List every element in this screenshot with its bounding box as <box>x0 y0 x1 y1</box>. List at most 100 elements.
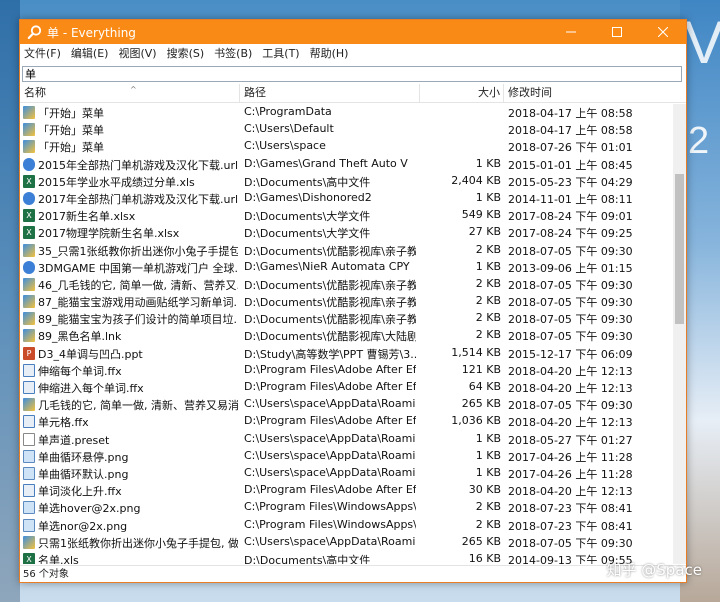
file-row[interactable]: 只需1张纸教你折出迷你小兔子手提包, 做... C:\Users\space\Ap… <box>20 534 673 551</box>
ffx-file-icon <box>23 363 36 377</box>
file-size: 265 KB <box>461 397 501 411</box>
excel-icon: X <box>23 226 36 240</box>
column-divider[interactable] <box>503 84 504 102</box>
minimize-button[interactable] <box>548 20 594 44</box>
file-name: 单曲循环默认.png <box>38 467 129 481</box>
object-count: 56 个对象 <box>23 569 69 580</box>
file-name: 2015年学业水平成绩过分单.xls <box>38 175 195 189</box>
menu-view[interactable]: 视图(V) <box>118 45 156 61</box>
file-size: 2 KB <box>475 276 501 290</box>
file-modified-date: 2018-07-23 下午 08:41 <box>508 502 633 516</box>
menu-bookmarks[interactable]: 书签(B) <box>214 45 252 61</box>
file-path: D:\Documents\优酷影视库\亲子教育 <box>244 244 416 258</box>
file-size: 2 KB <box>475 294 501 308</box>
image-file-icon <box>23 518 36 532</box>
file-row[interactable]: X 2015年学业水平成绩过分单.xls D:\Documents\高中文件 2,40… <box>20 173 673 190</box>
file-row[interactable]: P D3_4单调与凹凸.ppt D:\Study\高等数学\PPT 曹锡芳\3...… <box>20 345 673 362</box>
file-path: C:\Program Files\WindowsApps\... <box>244 500 416 514</box>
file-modified-date: 2017-04-26 上午 11:28 <box>508 467 633 481</box>
file-row[interactable]: 单选hover@2x.png C:\Program Files\WindowsAp… <box>20 499 673 516</box>
file-modified-date: 2018-07-05 下午 09:30 <box>508 244 633 258</box>
file-row[interactable]: 89_黑色名单.lnk D:\Documents\优酷影视库\大陆剧场 2 KB 20… <box>20 327 673 344</box>
file-modified-date: 2018-04-20 上午 12:13 <box>508 485 633 499</box>
file-modified-date: 2018-07-05 下午 09:30 <box>508 399 633 413</box>
maximize-button[interactable] <box>594 20 640 44</box>
everything-window: 单 - Everything 文件(F) 编辑(E) 视图(V) 搜索(S) 书… <box>19 19 687 583</box>
vertical-scrollbar[interactable] <box>673 104 686 564</box>
file-row[interactable]: 几毛钱的它, 简单一做, 清新、营养又易消... C:\Users\space\A… <box>20 396 673 413</box>
file-row[interactable]: X 2017新生名单.xlsx D:\Documents\大学文件 549 KB 201… <box>20 207 673 224</box>
file-row[interactable]: 单声道.preset C:\Users\space\AppData\Roamin.… <box>20 431 673 448</box>
excel-icon: X <box>23 209 36 223</box>
title-bar[interactable]: 单 - Everything <box>20 20 686 44</box>
menu-tools[interactable]: 工具(T) <box>262 45 299 61</box>
file-size: 30 KB <box>468 483 501 497</box>
file-row[interactable]: 89_能猫宝宝为孩子们设计的简单项目垃... D:\Documents\优酷影视库… <box>20 310 673 327</box>
file-path: C:\Users\space\AppData\Roamin... <box>244 534 416 548</box>
ffx-file-icon <box>23 415 36 429</box>
menu-search[interactable]: 搜索(S) <box>167 45 205 61</box>
image-file-icon <box>23 501 36 515</box>
file-row[interactable]: 单曲循环悬停.png C:\Users\space\AppData\Roamin.… <box>20 448 673 465</box>
file-modified-date: 2017-04-26 上午 11:28 <box>508 450 633 464</box>
file-row[interactable]: 「开始」菜单 C:\ProgramData 2018-04-17 上午 08:58 <box>20 104 673 121</box>
close-icon <box>658 27 668 37</box>
file-list[interactable]: 「开始」菜单 C:\ProgramData 2018-04-17 上午 08:58 「… <box>20 104 673 564</box>
file-row[interactable]: 2017年全部热门单机游戏及汉化下载.url D:\Games\Dishonore… <box>20 190 673 207</box>
desktop-background-left <box>0 0 20 602</box>
file-size: 2 KB <box>475 517 501 531</box>
file-row[interactable]: 单选nor@2x.png C:\Program Files\WindowsApps… <box>20 517 673 534</box>
url-icon <box>23 260 36 274</box>
file-name: 2017年全部热门单机游戏及汉化下载.url <box>38 192 238 206</box>
file-row[interactable]: 单元格.ffx D:\Program Files\Adobe After Eff.… <box>20 413 673 430</box>
shortcut-icon <box>23 123 36 137</box>
file-row[interactable]: 46_几毛钱的它, 简单一做, 清新、营养又... D:\Documents\优酷… <box>20 276 673 293</box>
column-divider[interactable] <box>239 84 240 102</box>
sort-ascending-icon: ^ <box>130 85 137 94</box>
file-row[interactable]: 伸缩每个单词.ffx D:\Program Files\Adobe After E… <box>20 362 673 379</box>
file-row[interactable]: 35_只需1张纸教你折出迷你小兔子手提包,... D:\Documents\优酷影… <box>20 242 673 259</box>
column-date-header[interactable]: 修改时间 <box>508 84 658 102</box>
search-bar <box>20 62 686 84</box>
file-row[interactable]: 伸缩进入每个单词.ffx D:\Program Files\Adobe After… <box>20 379 673 396</box>
file-modified-date: 2018-04-17 上午 08:58 <box>508 107 633 120</box>
menu-file[interactable]: 文件(F) <box>24 45 61 61</box>
excel-icon: X <box>23 552 36 564</box>
file-size: 27 KB <box>468 225 501 239</box>
column-name-header[interactable]: 名称 ^ <box>24 84 239 102</box>
file-row[interactable]: 3DMGAME 中国第一单机游戏门户 全球... D:\Games\NieR Au… <box>20 259 673 276</box>
file-modified-date: 2017-08-24 下午 09:01 <box>508 210 633 224</box>
file-row[interactable]: 2015年全部热门单机游戏及汉化下载.url D:\Games\Grand The… <box>20 156 673 173</box>
file-row[interactable]: 87_能猫宝宝游戏用动画贴纸学习新单词.lnk D:\Documents\优酷影视… <box>20 293 673 310</box>
column-size-header[interactable]: 大小 <box>420 84 500 102</box>
file-size: 1 KB <box>475 465 501 479</box>
file-name: 46_几毛钱的它, 简单一做, 清新、营养又... <box>38 278 238 292</box>
search-input[interactable] <box>22 66 682 82</box>
file-name: 单声道.preset <box>38 433 110 447</box>
file-row[interactable]: 「开始」菜单 C:\Users\Default 2018-04-17 上午 08:5… <box>20 121 673 138</box>
file-path: D:\Documents\优酷影视库\亲子教育 <box>244 278 416 292</box>
file-name: 2017物理学院新生名单.xlsx <box>38 227 180 241</box>
file-size: 16 KB <box>468 551 501 564</box>
file-name: 单元格.ffx <box>38 416 89 430</box>
file-path: D:\Program Files\Adobe After Eff... <box>244 483 416 497</box>
file-size: 1,514 KB <box>451 345 501 359</box>
file-row[interactable]: 「开始」菜单 C:\Users\space 2018-07-26 下午 01:01 <box>20 138 673 155</box>
file-row[interactable]: X 名单.xls D:\Documents\高中文件 16 KB 2014-09-13 … <box>20 551 673 564</box>
close-button[interactable] <box>640 20 686 44</box>
scrollbar-thumb[interactable] <box>675 174 684 324</box>
shortcut-icon <box>23 329 36 343</box>
file-row[interactable]: 单词淡化上升.ffx D:\Program Files\Adobe After E… <box>20 482 673 499</box>
file-name: 单选hover@2x.png <box>38 502 141 516</box>
file-name: 35_只需1张纸教你折出迷你小兔子手提包,... <box>38 244 238 258</box>
file-modified-date: 2017-08-24 下午 09:25 <box>508 227 633 241</box>
column-path-header[interactable]: 路径 <box>244 84 414 102</box>
file-size: 1 KB <box>475 190 501 204</box>
file-row[interactable]: X 2017物理学院新生名单.xlsx D:\Documents\大学文件 27 KB… <box>20 224 673 241</box>
file-name: 「开始」菜单 <box>38 124 104 138</box>
image-file-icon <box>23 449 36 463</box>
file-size: 549 KB <box>461 208 501 222</box>
menu-edit[interactable]: 编辑(E) <box>71 45 109 61</box>
file-row[interactable]: 单曲循环默认.png C:\Users\space\AppData\Roamin.… <box>20 465 673 482</box>
menu-help[interactable]: 帮助(H) <box>310 45 349 61</box>
